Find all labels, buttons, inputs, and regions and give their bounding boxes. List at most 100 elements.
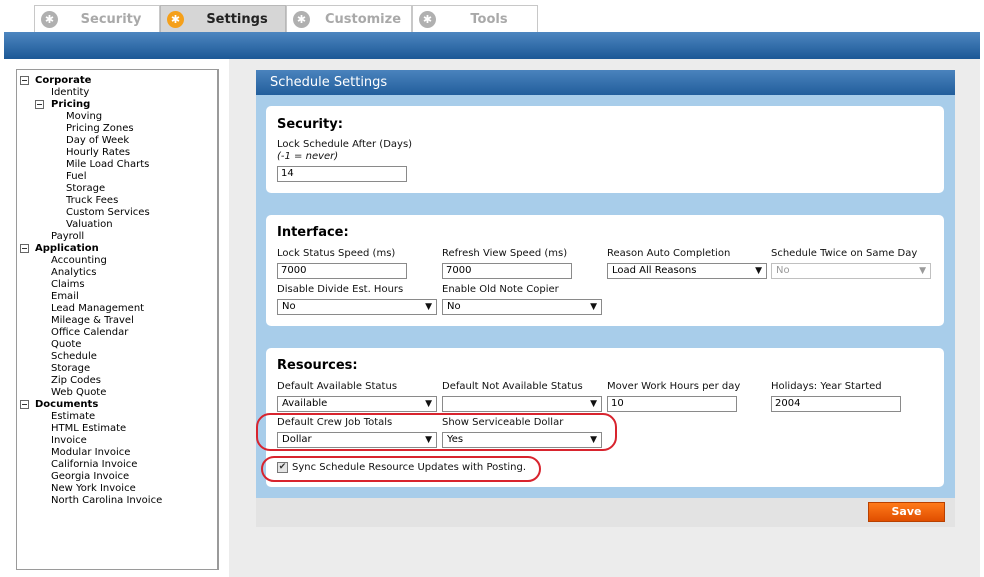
mover-work-hours-input[interactable]: 10	[607, 396, 737, 412]
tab-label: Tools	[470, 12, 508, 27]
field-hint: (-1 = never)	[277, 151, 339, 162]
select-value: No	[776, 265, 790, 276]
tree-item[interactable]: Email	[17, 291, 217, 303]
tree-label: Zip Codes	[51, 375, 101, 386]
tree-label: Corporate	[35, 75, 92, 86]
disable-divide-hours-select[interactable]: No ▼	[277, 299, 437, 315]
tree-item[interactable]: Zip Codes	[17, 375, 217, 387]
default-not-available-status-select[interactable]: ▼	[442, 396, 602, 412]
tab-label: Settings	[206, 12, 268, 27]
tree-item[interactable]: Schedule	[17, 351, 217, 363]
tree-label: New York Invoice	[51, 483, 136, 494]
tree-item[interactable]: Custom Services	[17, 207, 217, 219]
tab-security[interactable]: ✱ Security	[34, 5, 160, 32]
panel-footer: Save	[256, 498, 955, 527]
dropdown-arrow-icon: ▼	[590, 302, 597, 312]
tree-item[interactable]: New York Invoice	[17, 483, 217, 495]
tree-item-identity[interactable]: Identity	[17, 87, 217, 99]
tree-item[interactable]: Claims	[17, 279, 217, 291]
tree-label: California Invoice	[51, 459, 138, 470]
lock-status-speed-input[interactable]: 7000	[277, 263, 407, 279]
tree-item[interactable]: Office Calendar	[17, 327, 217, 339]
collapse-icon[interactable]	[35, 100, 44, 109]
tree-item[interactable]: Analytics	[17, 267, 217, 279]
tree-item[interactable]: Invoice	[17, 435, 217, 447]
field-label: Default Not Available Status	[442, 381, 583, 392]
tree-item[interactable]: Moving	[17, 111, 217, 123]
schedule-twice-select[interactable]: No ▼	[771, 263, 931, 279]
tree-item[interactable]: Valuation	[17, 219, 217, 231]
tree-node-application[interactable]: Application	[17, 243, 217, 255]
tree-label: Schedule	[51, 351, 97, 362]
tree-item[interactable]: Georgia Invoice	[17, 471, 217, 483]
field-label: Default Crew Job Totals	[277, 417, 393, 428]
tree-item[interactable]: North Carolina Invoice	[17, 495, 217, 507]
dropdown-arrow-icon: ▼	[590, 435, 597, 445]
tree-label: Moving	[66, 111, 103, 122]
tree-label: Accounting	[51, 255, 107, 266]
interface-section: Interface: Lock Status Speed (ms) 7000 R…	[266, 215, 944, 326]
tree-label: Analytics	[51, 267, 97, 278]
save-button[interactable]: Save	[868, 502, 945, 522]
tree-label: Office Calendar	[51, 327, 129, 338]
tree-item[interactable]: Pricing Zones	[17, 123, 217, 135]
tree-label: Fuel	[66, 171, 87, 182]
tree-item[interactable]: California Invoice	[17, 459, 217, 471]
tree-node-documents[interactable]: Documents	[17, 399, 217, 411]
section-heading: Resources:	[277, 358, 358, 373]
asterisk-icon: ✱	[419, 11, 436, 28]
tree-label: Lead Management	[51, 303, 145, 314]
sync-resource-updates-checkbox[interactable]: ✔	[277, 462, 288, 473]
tree-item[interactable]: Mileage & Travel	[17, 315, 217, 327]
tree-item[interactable]: Truck Fees	[17, 195, 217, 207]
collapse-icon[interactable]	[20, 76, 29, 85]
tree-item[interactable]: Mile Load Charts	[17, 159, 217, 171]
main-tabbar: ✱ Security ✱ Settings ✱ Customize ✱ Tool…	[0, 0, 984, 32]
tree-label: Mileage & Travel	[51, 315, 134, 326]
lock-schedule-days-input[interactable]: 14	[277, 166, 407, 182]
tree-node-pricing[interactable]: Pricing	[17, 99, 217, 111]
old-note-copier-select[interactable]: No ▼	[442, 299, 602, 315]
select-value: Dollar	[282, 434, 312, 445]
tree-item[interactable]: Day of Week	[17, 135, 217, 147]
tree-item[interactable]: Accounting	[17, 255, 217, 267]
field-label: Lock Status Speed (ms)	[277, 248, 396, 259]
refresh-view-speed-input[interactable]: 7000	[442, 263, 572, 279]
tree-item-payroll[interactable]: Payroll	[17, 231, 217, 243]
tab-tools[interactable]: ✱ Tools	[412, 5, 538, 32]
field-label: Schedule Twice on Same Day	[771, 248, 918, 259]
tree-item[interactable]: Web Quote	[17, 387, 217, 399]
tree-label: Day of Week	[66, 135, 130, 146]
show-serviceable-dollar-select[interactable]: Yes ▼	[442, 432, 602, 448]
settings-tree: Corporate Identity Pricing Moving Pricin…	[16, 69, 219, 570]
asterisk-icon: ✱	[293, 11, 310, 28]
field-label: Holidays: Year Started	[771, 381, 882, 392]
tree-item[interactable]: Lead Management	[17, 303, 217, 315]
tree-item[interactable]: Storage	[17, 183, 217, 195]
tab-customize[interactable]: ✱ Customize	[286, 5, 412, 32]
default-crew-job-totals-select[interactable]: Dollar ▼	[277, 432, 437, 448]
tab-settings[interactable]: ✱ Settings	[160, 5, 286, 32]
select-value: No	[282, 301, 296, 312]
asterisk-icon: ✱	[41, 11, 58, 28]
collapse-icon[interactable]	[20, 244, 29, 253]
tree-node-corporate[interactable]: Corporate	[17, 75, 217, 87]
tree-item[interactable]: HTML Estimate	[17, 423, 217, 435]
tab-label: Security	[80, 12, 142, 27]
collapse-icon[interactable]	[20, 400, 29, 409]
tree-item[interactable]: Fuel	[17, 171, 217, 183]
tree-item[interactable]: Estimate	[17, 411, 217, 423]
tree-item[interactable]: Hourly Rates	[17, 147, 217, 159]
default-available-status-select[interactable]: Available ▼	[277, 396, 437, 412]
dropdown-arrow-icon: ▼	[425, 399, 432, 409]
holidays-year-started-input[interactable]: 2004	[771, 396, 901, 412]
tree-item[interactable]: Modular Invoice	[17, 447, 217, 459]
tree-item[interactable]: Quote	[17, 339, 217, 351]
tree-label: Email	[51, 291, 79, 302]
tab-label: Customize	[324, 12, 402, 27]
reason-auto-completion-select[interactable]: Load All Reasons ▼	[607, 263, 767, 279]
tree-item[interactable]: Storage	[17, 363, 217, 375]
tree-label: Web Quote	[51, 387, 107, 398]
select-value: Yes	[447, 434, 464, 445]
tree-label: Documents	[35, 399, 99, 410]
